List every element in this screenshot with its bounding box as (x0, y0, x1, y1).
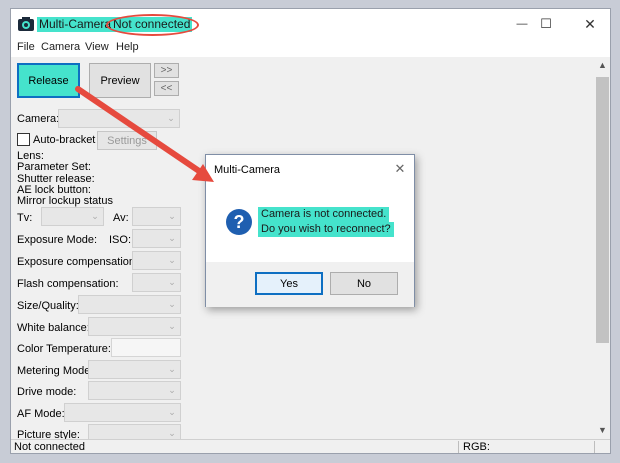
release-button[interactable]: Release (17, 63, 80, 98)
dialog-message-line1: Camera is not connected. (258, 207, 390, 222)
menu-camera[interactable]: Camera (41, 41, 80, 53)
dropdown-arrow-icon: ⌄ (168, 233, 176, 243)
metering-mode-label: Metering Mode: (17, 365, 94, 377)
annotation-ellipse (106, 14, 199, 36)
metering-mode-select[interactable]: ⌄ (88, 360, 181, 379)
yes-button[interactable]: Yes (255, 272, 323, 295)
scroll-down-icon[interactable]: ▼ (594, 422, 610, 439)
dropdown-arrow-icon: ⌄ (168, 321, 176, 331)
flash-comp-label: Flash compensation: (17, 278, 119, 290)
flash-comp-select[interactable]: ⌄ (132, 273, 181, 292)
dialog-title: Multi-Camera (214, 164, 281, 176)
status-separator (594, 441, 595, 453)
dropdown-arrow-icon: ⌄ (168, 277, 176, 287)
color-temp-input[interactable] (111, 338, 181, 357)
dialog-message-line2: Do you wish to reconnect? (258, 222, 394, 237)
dropdown-arrow-icon: ⌄ (168, 211, 176, 221)
settings-button[interactable]: Settings (97, 131, 157, 150)
av-label: Av: (113, 212, 129, 224)
status-bar: Not connected RGB: (11, 439, 610, 453)
menu-help[interactable]: Help (116, 41, 139, 53)
status-connection: Not connected (14, 441, 85, 453)
dropdown-arrow-icon: ⌄ (168, 299, 176, 309)
camera-label: Camera: (17, 113, 60, 125)
dropdown-arrow-icon: ⌄ (168, 255, 176, 265)
exposure-comp-label: Exposure compensation: (17, 256, 139, 268)
af-mode-select[interactable]: ⌄ (64, 403, 181, 422)
camera-app-icon (18, 17, 34, 31)
exposure-comp-select[interactable]: ⌄ (132, 251, 181, 270)
scroll-up-icon[interactable]: ▲ (594, 57, 610, 74)
window-close-button[interactable]: ✕ (567, 9, 610, 39)
no-button[interactable]: No (330, 272, 398, 295)
status-separator (458, 441, 459, 453)
dropdown-arrow-icon: ⌄ (168, 364, 176, 374)
dropdown-arrow-icon: ⌄ (168, 407, 176, 417)
vertical-scrollbar[interactable]: ▲ ▼ (594, 57, 610, 439)
drive-mode-select[interactable]: ⌄ (88, 381, 181, 400)
next-button[interactable]: >> (154, 63, 179, 78)
scroll-thumb[interactable] (596, 77, 609, 343)
preview-button[interactable]: Preview (89, 63, 151, 98)
dropdown-arrow-icon: ⌄ (168, 428, 176, 438)
menu-bar: File Camera View Help (11, 39, 610, 57)
menu-file[interactable]: File (17, 41, 35, 53)
dropdown-arrow-icon: ⌄ (167, 113, 175, 123)
iso-label: ISO: (109, 234, 132, 246)
white-balance-label: White balance: (17, 322, 90, 334)
auto-bracket-label: Auto-bracket (33, 134, 96, 146)
dropdown-arrow-icon: ⌄ (168, 385, 176, 395)
parameter-set-info: Parameter Set: (17, 161, 91, 173)
camera-select[interactable]: ⌄ (58, 109, 180, 128)
color-temp-label: Color Temperature: (17, 343, 111, 355)
reconnect-dialog: Multi-Camera ✕ ? Camera is not connected… (205, 154, 415, 307)
prev-button[interactable]: << (154, 81, 179, 96)
drive-mode-label: Drive mode: (17, 386, 77, 398)
question-icon: ? (226, 209, 252, 235)
menu-view[interactable]: View (85, 41, 109, 53)
tv-label: Tv: (17, 212, 33, 224)
white-balance-select[interactable]: ⌄ (88, 317, 181, 336)
exposure-mode-label: Exposure Mode: (17, 234, 98, 246)
af-mode-label: AF Mode: (17, 408, 65, 420)
size-quality-label: Size/Quality: (17, 300, 79, 312)
dialog-message: Camera is not connected. Do you wish to … (258, 207, 408, 239)
mirror-lockup-info: Mirror lockup status (17, 195, 113, 207)
iso-select[interactable]: ⌄ (132, 229, 181, 248)
title-bar: Multi-Camera Not connected — ☐ ✕ (11, 9, 610, 39)
window-title: Multi-Camera (37, 17, 114, 32)
av-select[interactable]: ⌄ (132, 207, 181, 226)
maximize-button[interactable]: ☐ (523, 9, 569, 39)
close-icon[interactable]: ✕ (392, 161, 408, 177)
tv-select[interactable]: ⌄ (41, 207, 104, 226)
dialog-footer: Yes No (206, 262, 414, 307)
dropdown-arrow-icon: ⌄ (91, 211, 99, 221)
auto-bracket-checkbox[interactable] (17, 133, 30, 146)
size-quality-select[interactable]: ⌄ (78, 295, 181, 314)
status-rgb: RGB: (463, 441, 490, 453)
